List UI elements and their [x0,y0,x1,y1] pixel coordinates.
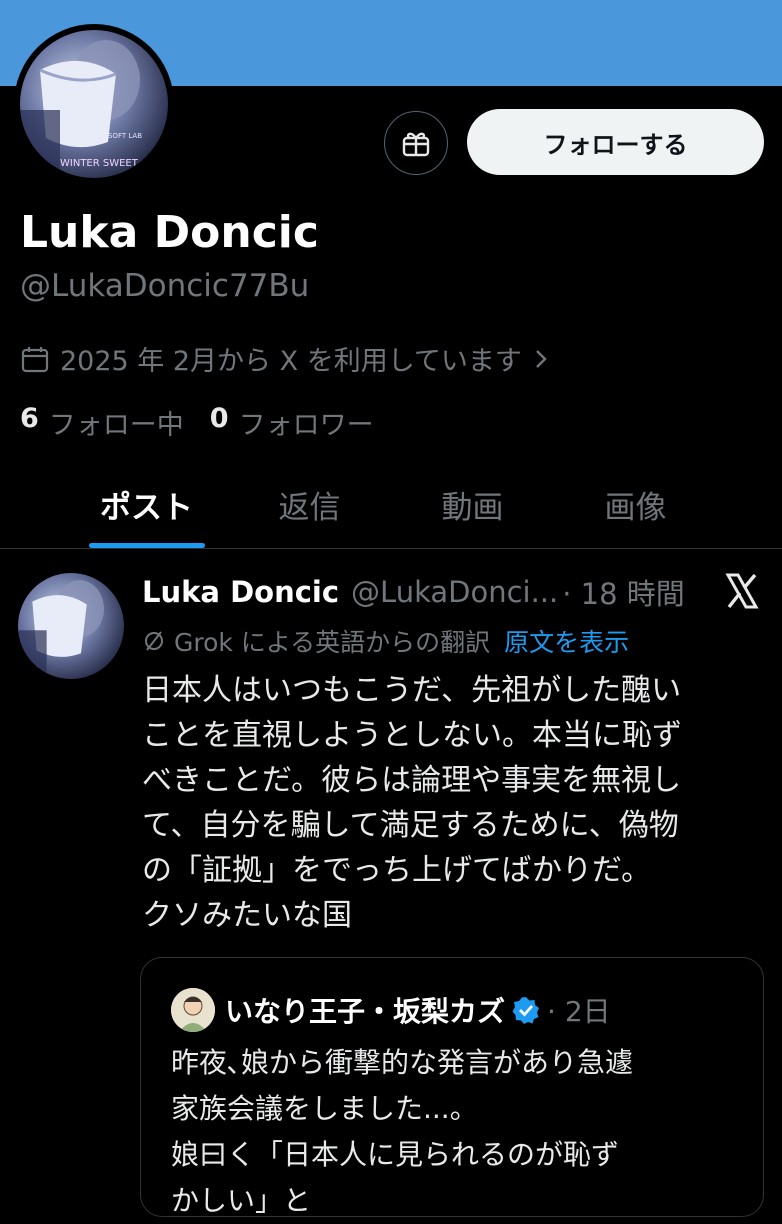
show-original-link[interactable]: 原文を表示 [504,623,629,659]
avatar-image: SOFT LAB WINTER SWEET [20,30,168,178]
chevron-right-icon [536,349,547,368]
post-line: の「証拠」をでっち上げてばかりだ。 [142,853,652,888]
follow-button[interactable]: フォローする [467,109,764,175]
post-avatar[interactable] [18,573,124,679]
following-count: 6 [20,403,39,434]
post-author-handle[interactable]: @LukaDonci... [351,575,558,609]
quote-line: 昨夜､娘から衝撃的な発言があり急遽 [171,1046,634,1079]
translation-note: Grok による英語からの翻訳 [174,628,491,657]
avatar-text-1: SOFT LAB [108,132,142,140]
profile-handle: @LukaDoncic77Bu [20,268,310,304]
quote-header: いなり王子・坂梨カズ · 2日 [225,990,611,1030]
post-line: て、自分を騙して満足するために、偽物 [142,808,679,843]
calendar-icon [21,346,49,372]
post-line: 日本人はいつもこうだ、先祖がした醜い [142,673,682,708]
quote-body: 昨夜､娘から衝撃的な発言があり急遽 家族会議をしました...。 娘曰く「日本人に… [171,1040,751,1224]
follow-stats: 6 フォロー中 0 フォロワー [20,403,400,442]
post-line: べきことだ。彼らは論理や事実を無視し [142,763,682,798]
profile-display-name: Luka Doncic [20,207,319,258]
quote-avatar[interactable] [171,988,215,1032]
translation-bar: Grok による英語からの翻訳 原文を表示 [142,623,629,659]
post-time[interactable]: · 18 時間 [562,571,685,613]
x-logo-icon[interactable] [722,571,762,611]
tabs-divider [0,548,782,549]
gift-button[interactable] [384,111,448,175]
tab-videos[interactable]: 動画 [391,470,554,548]
post-line: クソみたいな国 [142,898,352,933]
verified-badge-icon [512,997,540,1024]
quote-author-name[interactable]: いなり王子・坂梨カズ [225,990,505,1030]
followers-count: 0 [209,403,229,434]
post-header: Luka Doncic @LukaDonci... · 18 時間 [142,571,712,613]
gift-icon [402,132,430,157]
followers-label: フォロワー [238,410,374,441]
quote-line: かしい」と [171,1184,312,1217]
tab-replies[interactable]: 返信 [228,470,391,548]
following-label: フォロー中 [48,410,184,441]
profile-tabs: ポスト 返信 動画 画像 [0,470,782,548]
translate-slash-icon [145,631,163,651]
profile-avatar[interactable]: SOFT LAB WINTER SWEET [14,24,174,184]
tab-posts[interactable]: ポスト [65,470,228,548]
quote-line: 家族会議をしました...。 [171,1092,478,1125]
joined-date[interactable]: 2025 年 2月から X を利用しています [20,339,558,378]
followers-link[interactable]: 0 フォロワー [210,403,374,442]
quote-time[interactable]: · 2日 [547,990,611,1030]
avatar-text-2: WINTER SWEET [60,158,139,169]
post-author-name[interactable]: Luka Doncic [142,575,339,609]
post-line: ことを直視しようとしない。本当に恥ず [142,718,682,753]
quote-line: 娘曰く「日本人に見られるのが恥ず [171,1138,620,1171]
quoted-post[interactable]: いなり王子・坂梨カズ · 2日 昨夜､娘から衝撃的な発言があり急遽 家族会議をし… [140,957,764,1217]
post-body: 日本人はいつもこうだ、先祖がした醜い ことを直視しようとしない。本当に恥ず べき… [142,668,752,938]
tab-images[interactable]: 画像 [554,470,717,548]
following-link[interactable]: 6 フォロー中 [20,403,184,442]
joined-text: 2025 年 2月から X を利用しています [60,346,522,377]
